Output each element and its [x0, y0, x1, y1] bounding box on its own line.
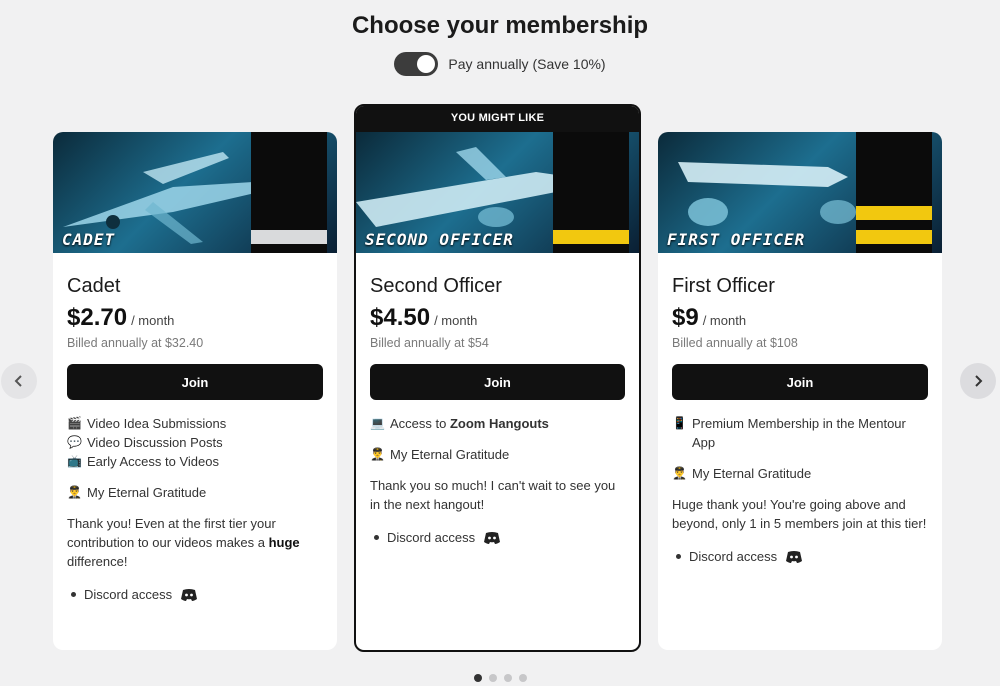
bullet-dot — [71, 592, 76, 597]
discord-icon — [181, 588, 198, 601]
perk-item: Discord access — [672, 549, 928, 564]
tier-price: $9 — [672, 304, 699, 331]
benefit-item: 💻 Access to Zoom Hangouts — [370, 416, 549, 431]
pagination-dot[interactable] — [473, 674, 482, 682]
recommended-badge: YOU MIGHT LIKE — [356, 106, 639, 132]
tier-banner: FIRST OFFICER — [658, 132, 942, 253]
laptop-icon: 💻 — [370, 416, 385, 430]
pagination-dot[interactable] — [488, 674, 497, 682]
carousel-pagination — [0, 674, 1000, 682]
rank-label: CADET — [62, 230, 116, 249]
pagination-dot[interactable] — [503, 674, 512, 682]
pilot-icon: 👨‍✈️ — [370, 447, 385, 461]
pagination-dot[interactable] — [518, 674, 527, 682]
carousel-prev-button[interactable] — [1, 363, 37, 399]
join-button[interactable]: Join — [672, 364, 928, 400]
price-period: / month — [702, 313, 747, 328]
benefit-item: 📺 Early Access to Videos — [67, 454, 219, 469]
bullet-dot — [374, 535, 379, 540]
discord-icon — [786, 550, 803, 563]
rank-label: FIRST OFFICER — [667, 230, 806, 249]
tier-card-cadet: CADET Cadet $2.70 / month Billed annuall… — [53, 132, 337, 650]
rank-label: SECOND OFFICER — [365, 230, 514, 249]
price-row: $4.50 / month — [370, 304, 625, 332]
tv-icon: 📺 — [67, 454, 82, 468]
tier-banner: CADET — [53, 132, 337, 253]
rank-epaulette — [553, 132, 629, 253]
billing-toggle-row: Pay annually (Save 10%) — [0, 52, 1000, 76]
pilot-icon: 👨‍✈️ — [672, 466, 687, 480]
benefit-item: 🎬 Video Idea Submissions — [67, 416, 227, 431]
speech-bubble-icon: 💬 — [67, 435, 82, 449]
price-row: $2.70 / month — [67, 304, 323, 332]
rank-stripe — [553, 230, 629, 244]
billed-annually-text: Billed annually at $108 — [672, 336, 798, 350]
billed-annually-text: Billed annually at $32.40 — [67, 336, 204, 350]
price-period: / month — [434, 313, 478, 328]
tier-name: Second Officer — [370, 275, 502, 297]
tier-name: First Officer — [672, 275, 775, 297]
chevron-left-icon — [14, 375, 22, 387]
phone-icon: 📱 — [672, 416, 687, 430]
clapper-icon: 🎬 — [67, 416, 82, 430]
bullet-dot — [676, 554, 681, 559]
discord-icon — [484, 531, 501, 544]
join-button[interactable]: Join — [370, 364, 625, 400]
tier-card-second-officer: YOU MIGHT LIKE SECOND OFFICER Second Off… — [354, 104, 641, 652]
price-period: / month — [131, 313, 175, 328]
rank-stripe — [251, 230, 327, 244]
tier-price: $4.50 — [370, 304, 431, 331]
rank-epaulette — [856, 132, 932, 253]
price-row: $9 / month — [672, 304, 928, 332]
tier-card-first-officer: FIRST OFFICER First Officer $9 / month B… — [658, 132, 942, 650]
perk-item: Discord access — [67, 587, 323, 602]
benefit-item: 📱 Premium Membership in the Mentour App — [672, 416, 906, 450]
rank-epaulette — [251, 132, 327, 253]
benefit-item: 👨‍✈️ My Eternal Gratitude — [67, 485, 207, 500]
tier-name: Cadet — [67, 275, 121, 297]
toggle-label: Pay annually (Save 10%) — [448, 56, 606, 72]
page-title: Choose your membership — [351, 12, 649, 39]
pay-annually-toggle[interactable] — [394, 52, 439, 76]
join-button[interactable]: Join — [67, 364, 323, 400]
benefit-item: 👨‍✈️ My Eternal Gratitude — [672, 466, 812, 481]
tier-banner: SECOND OFFICER — [356, 132, 639, 253]
tier-price: $2.70 — [67, 304, 128, 331]
tier-message: Thank you so much! I can't wait to see y… — [370, 478, 616, 512]
tier-message: Thank you! Even at the first tier your c… — [67, 516, 300, 569]
billed-annually-text: Billed annually at $54 — [370, 336, 489, 350]
toggle-knob — [417, 55, 436, 73]
benefit-item: 👨‍✈️ My Eternal Gratitude — [370, 447, 510, 462]
rank-stripe — [856, 206, 932, 220]
rank-stripe — [856, 230, 932, 244]
perk-item: Discord access — [370, 530, 625, 545]
pilot-icon: 👨‍✈️ — [67, 485, 82, 499]
chevron-right-icon — [975, 375, 983, 387]
tier-message: Huge thank you! You're going above and b… — [672, 497, 927, 531]
carousel-next-button[interactable] — [960, 363, 996, 399]
benefit-item: 💬 Video Discussion Posts — [67, 435, 223, 450]
